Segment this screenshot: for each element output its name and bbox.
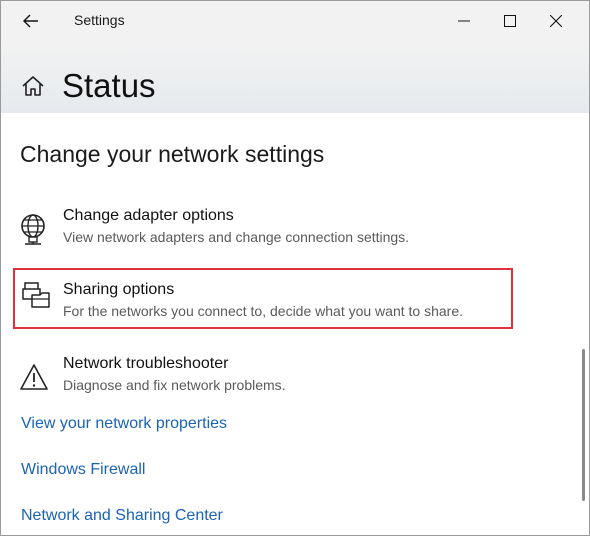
option-description: View network adapters and change connect… bbox=[63, 229, 410, 245]
maximize-button[interactable] bbox=[487, 1, 533, 41]
network-adapter-icon bbox=[21, 214, 45, 245]
option-title: Change adapter options bbox=[63, 207, 234, 224]
change-adapter-options[interactable]: Change adapter options View network adap… bbox=[13, 205, 513, 263]
option-description: For the networks you connect to, decide … bbox=[63, 303, 463, 319]
windows-firewall-link[interactable]: Windows Firewall bbox=[21, 461, 145, 479]
back-arrow-icon bbox=[23, 14, 38, 28]
back-button[interactable] bbox=[17, 9, 45, 33]
sharing-options[interactable]: Sharing options For the networks you con… bbox=[13, 268, 513, 329]
minimize-icon bbox=[458, 20, 470, 22]
page-title: Status bbox=[62, 67, 156, 104]
minimize-button[interactable] bbox=[441, 1, 487, 41]
option-title: Sharing options bbox=[63, 281, 175, 298]
title-bar: Settings bbox=[1, 1, 589, 41]
vertical-scrollbar[interactable] bbox=[582, 349, 585, 501]
warning-icon bbox=[20, 364, 48, 390]
settings-window: Settings Status Change your network sett… bbox=[0, 0, 590, 536]
network-troubleshooter[interactable]: Network troubleshooter Diagnose and fix … bbox=[13, 353, 513, 411]
close-button[interactable] bbox=[533, 1, 579, 41]
page-header: Status bbox=[1, 41, 589, 113]
close-icon bbox=[550, 15, 562, 27]
content-area: Change your network settings Change adap… bbox=[1, 113, 589, 535]
window-title: Settings bbox=[74, 12, 125, 28]
section-heading: Change your network settings bbox=[20, 141, 325, 167]
maximize-icon bbox=[504, 15, 516, 27]
sharing-icon bbox=[22, 282, 50, 308]
home-icon[interactable] bbox=[21, 74, 45, 98]
option-description: Diagnose and fix network problems. bbox=[63, 377, 286, 393]
option-title: Network troubleshooter bbox=[63, 355, 229, 372]
view-network-properties-link[interactable]: View your network properties bbox=[21, 415, 227, 433]
network-sharing-center-link[interactable]: Network and Sharing Center bbox=[21, 507, 223, 525]
